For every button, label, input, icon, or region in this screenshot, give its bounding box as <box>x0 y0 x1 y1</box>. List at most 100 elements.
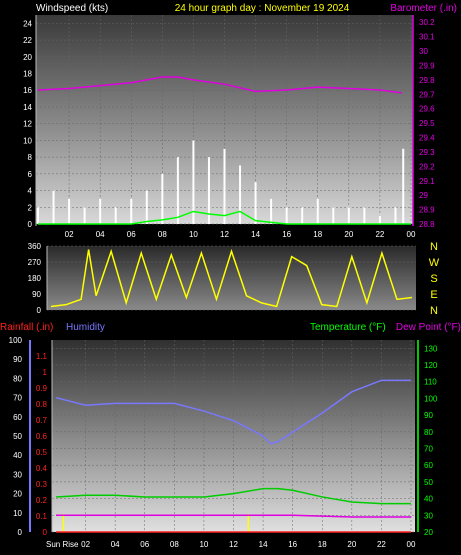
wind-ytick-label: 6 <box>28 170 33 179</box>
temp-ytick-label: 70 <box>424 445 433 454</box>
weather-graph: 02468101214161820222428.828.92929.129.22… <box>0 3 461 549</box>
wind-ytick-label: 18 <box>23 70 32 79</box>
wind-xtick-label: 18 <box>313 230 322 239</box>
baro-ytick-label: 29.5 <box>419 119 435 128</box>
baro-ytick-label: 29.3 <box>419 148 435 157</box>
rain-ytick-label: 0.5 <box>36 448 48 457</box>
baro-ytick-label: 29.4 <box>419 134 435 143</box>
direction-ytick-label: 180 <box>28 274 42 283</box>
wind-xtick-label: 04 <box>96 230 105 239</box>
weather-xtick-label: 18 <box>318 540 327 549</box>
rain-ytick-label: 0.3 <box>36 480 48 489</box>
wind-ytick-label: 12 <box>23 120 32 129</box>
direction-ytick-label: 360 <box>28 242 42 251</box>
humidity-ytick-label: 40 <box>13 451 22 460</box>
wind-ytick-label: 16 <box>23 86 32 95</box>
wind-xtick-label: 16 <box>282 230 291 239</box>
baro-ytick-label: 28.9 <box>419 206 435 215</box>
baro-ytick-label: 30 <box>419 47 428 56</box>
baro-ytick-label: 29.7 <box>419 90 435 99</box>
compass-label: E <box>430 289 437 301</box>
wind-ytick-label: 10 <box>23 136 32 145</box>
humidity-ytick-label: 0 <box>18 528 23 537</box>
compass-label: S <box>430 273 437 285</box>
wind-xtick-label: 02 <box>65 230 74 239</box>
baro-ytick-label: 29.8 <box>419 76 435 85</box>
humidity-ytick-label: 50 <box>13 432 22 441</box>
rain-ytick-label: 0.1 <box>36 512 48 521</box>
legend-rainfall: Rainfall (.in) <box>0 322 53 333</box>
rain-ytick-label: 0.2 <box>36 496 48 505</box>
weather-xtick-label: 06 <box>140 540 149 549</box>
wind-xtick-label: 12 <box>220 230 229 239</box>
humidity-ytick-label: 100 <box>9 336 23 345</box>
wind-xtick-label: 20 <box>344 230 353 239</box>
wind-ytick-label: 4 <box>28 187 33 196</box>
temp-ytick-label: 40 <box>424 495 433 504</box>
direction-ytick-label: 90 <box>32 290 41 299</box>
humidity-ytick-label: 80 <box>13 374 22 383</box>
legend-temperature: Temperature (°F) <box>310 322 386 333</box>
temp-ytick-label: 80 <box>424 428 433 437</box>
rain-ytick-label: 0.8 <box>36 400 48 409</box>
weather-xtick-label: 20 <box>347 540 356 549</box>
baro-ytick-label: 30.2 <box>419 18 435 27</box>
baro-ytick-label: 29.9 <box>419 61 435 70</box>
temp-ytick-label: 90 <box>424 411 433 420</box>
temp-ytick-label: 130 <box>424 344 438 353</box>
wind-ytick-label: 2 <box>28 203 33 212</box>
wind-xtick-label: 00 <box>407 230 416 239</box>
baro-ytick-label: 29 <box>419 191 428 200</box>
humidity-ytick-label: 30 <box>13 470 22 479</box>
temp-ytick-label: 60 <box>424 461 433 470</box>
wind-ytick-label: 0 <box>28 220 33 229</box>
temp-ytick-label: 50 <box>424 478 433 487</box>
wind-xtick-label: 14 <box>251 230 260 239</box>
baro-axis-title: Barometer (.in) <box>390 3 457 14</box>
direction-ytick-label: 270 <box>28 258 42 267</box>
wind-ytick-label: 24 <box>23 19 32 28</box>
wind-ytick-label: 20 <box>23 53 32 62</box>
wind-axis-title: Windspeed (kts) <box>36 3 108 14</box>
wind-ytick-label: 22 <box>23 36 32 45</box>
temp-ytick-label: 120 <box>424 361 438 370</box>
rain-ytick-label: 1.1 <box>36 352 48 361</box>
compass-label: N <box>430 305 438 317</box>
wind-xtick-label: 22 <box>375 230 384 239</box>
baro-ytick-label: 29.1 <box>419 177 435 186</box>
temp-ytick-label: 110 <box>424 378 437 387</box>
wind-xtick-label: 06 <box>127 230 136 239</box>
wind-xtick-label: 08 <box>158 230 167 239</box>
weather-xtick-label: 04 <box>111 540 120 549</box>
weather-xtick-label: 10 <box>199 540 208 549</box>
weather-xtick-label: 16 <box>288 540 297 549</box>
legend-humidity: Humidity <box>66 322 105 333</box>
weather-xtick-label: 22 <box>377 540 386 549</box>
rain-ytick-label: 0.4 <box>36 464 48 473</box>
wind-ytick-label: 14 <box>23 103 32 112</box>
rain-ytick-label: 0.9 <box>36 384 48 393</box>
temp-ytick-label: 100 <box>424 394 438 403</box>
weather-xtick-label: 02 <box>81 540 90 549</box>
humidity-ytick-label: 90 <box>13 355 22 364</box>
temp-ytick-label: 20 <box>424 528 433 537</box>
weather-xtick-label: 08 <box>170 540 179 549</box>
temp-ytick-label: 30 <box>424 511 433 520</box>
weather-xtick-label: 00 <box>407 540 416 549</box>
compass-label: N <box>430 241 438 253</box>
humidity-ytick-label: 20 <box>13 490 22 499</box>
humidity-ytick-label: 70 <box>13 394 22 403</box>
wind-xtick-label: 10 <box>189 230 198 239</box>
wind-ytick-label: 8 <box>28 153 33 162</box>
weather-xtick-label: 14 <box>259 540 268 549</box>
baro-ytick-label: 28.8 <box>419 220 435 229</box>
weather-xtick-label: 12 <box>229 540 238 549</box>
compass-label: W <box>429 257 440 269</box>
rain-ytick-label: 0 <box>43 528 48 537</box>
chart-title: 24 hour graph day : November 19 2024 <box>175 3 350 14</box>
rain-ytick-label: 0.6 <box>36 432 48 441</box>
rain-ytick-label: 0.7 <box>36 416 48 425</box>
direction-ytick-label: 0 <box>37 306 42 315</box>
baro-ytick-label: 29.6 <box>419 105 435 114</box>
sunrise-label: Sun Rise <box>46 540 79 549</box>
